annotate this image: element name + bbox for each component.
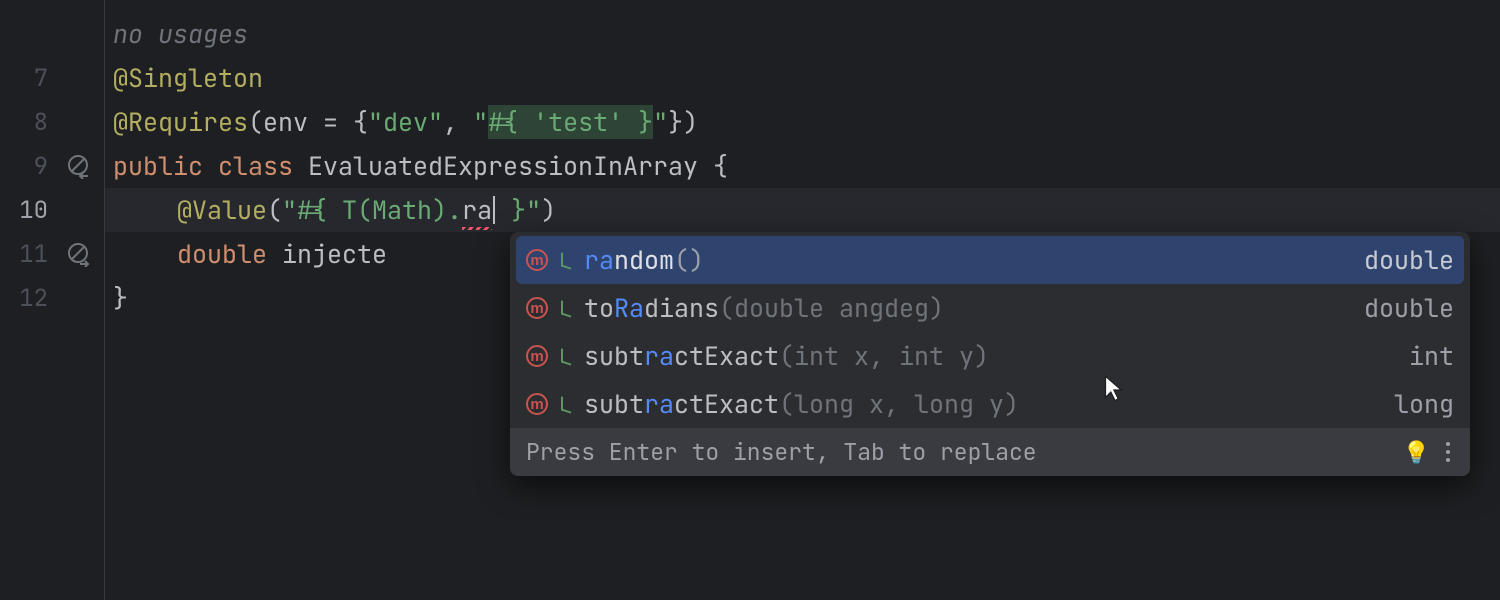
completion-hint: Press Enter to insert, Tab to replace xyxy=(526,437,1037,467)
code-editor[interactable]: 789101112 no usages @Singleton @Requires… xyxy=(0,0,1500,600)
method-icon: m xyxy=(526,249,548,271)
gutter-line[interactable]: 7 xyxy=(0,56,104,100)
quote-close: " xyxy=(653,105,668,139)
paren-open: (env = { xyxy=(248,105,368,139)
quote-open: " xyxy=(282,193,297,227)
gutter-line[interactable]: 10 xyxy=(0,188,104,232)
code-line-6[interactable]: no usages xyxy=(105,12,1500,56)
brace-close: } xyxy=(113,281,128,315)
gutter: 789101112 xyxy=(0,0,105,600)
completion-label: subtractExact(long x, long y) xyxy=(584,387,1384,421)
comma: , xyxy=(443,105,473,139)
gutter-line[interactable]: 11 xyxy=(0,232,104,276)
method-icon: m xyxy=(526,345,548,367)
completion-footer: Press Enter to insert, Tab to replace 💡 xyxy=(510,428,1470,476)
kw-public: public xyxy=(113,149,218,183)
expression-highlight: #{ 'test' } xyxy=(488,105,653,139)
typed-text: ra xyxy=(462,193,492,227)
annotation-singleton: @Singleton xyxy=(113,61,263,95)
gutter-line[interactable]: 8 xyxy=(0,100,104,144)
code-line-10[interactable]: @Value("#{ T(Math).ra }") xyxy=(105,188,1500,232)
completion-return-type: double xyxy=(1364,291,1454,325)
completion-item[interactable]: m random() double xyxy=(516,236,1464,284)
identifier: injecte xyxy=(282,237,387,271)
lightbulb-icon[interactable]: 💡 xyxy=(1403,438,1430,467)
quote-open: " xyxy=(473,105,488,139)
expr-before: #{ T(Math). xyxy=(297,193,462,227)
completion-return-type: double xyxy=(1364,243,1454,277)
completion-label: toRadians(double angdeg) xyxy=(584,291,1354,325)
completion-popup[interactable]: m random() double m toRadians(double angdeg)… xyxy=(510,232,1470,476)
code-line-9[interactable]: public class EvaluatedExpressionInArray … xyxy=(105,144,1500,188)
completion-label: random() xyxy=(584,243,1354,277)
class-name: EvaluatedExpressionInArray xyxy=(308,149,698,183)
method-icon: m xyxy=(526,297,548,319)
paren-close: ) xyxy=(541,193,556,227)
visibility-icon xyxy=(558,396,574,412)
more-options-icon[interactable] xyxy=(1442,438,1454,466)
completion-return-type: long xyxy=(1394,387,1454,421)
kw-double: double xyxy=(177,237,282,271)
no-entry-left-icon xyxy=(66,153,92,179)
visibility-icon xyxy=(558,252,574,268)
annotation-value: @Value xyxy=(177,193,267,227)
expr-after: } xyxy=(496,193,526,227)
visibility-icon xyxy=(558,348,574,364)
completion-label: subtractExact(int x, int y) xyxy=(584,339,1399,373)
gutter-line[interactable] xyxy=(0,12,104,56)
completion-item[interactable]: m subtractExact(long x, long y) long xyxy=(510,380,1470,428)
code-line-7[interactable]: @Singleton xyxy=(105,56,1500,100)
quote-close: " xyxy=(526,193,541,227)
completion-item[interactable]: m toRadians(double angdeg) double xyxy=(510,284,1470,332)
annotation-requires: @Requires xyxy=(113,105,248,139)
gutter-line[interactable]: 9 xyxy=(0,144,104,188)
completion-return-type: int xyxy=(1409,339,1454,373)
visibility-icon xyxy=(558,300,574,316)
completion-item[interactable]: m subtractExact(int x, int y) int xyxy=(510,332,1470,380)
string-dev: "dev" xyxy=(368,105,443,139)
no-entry-right-icon xyxy=(66,241,92,267)
paren-open: ( xyxy=(267,193,282,227)
usage-hint: no usages xyxy=(113,17,248,51)
paren-close: }) xyxy=(668,105,698,139)
code-area[interactable]: no usages @Singleton @Requires(env = {"d… xyxy=(105,0,1500,600)
brace-open: { xyxy=(698,149,728,183)
method-icon: m xyxy=(526,393,548,415)
kw-class: class xyxy=(218,149,308,183)
text-caret xyxy=(493,196,495,224)
code-line-8[interactable]: @Requires(env = {"dev", "#{ 'test' }"}) xyxy=(105,100,1500,144)
gutter-line[interactable]: 12 xyxy=(0,276,104,320)
